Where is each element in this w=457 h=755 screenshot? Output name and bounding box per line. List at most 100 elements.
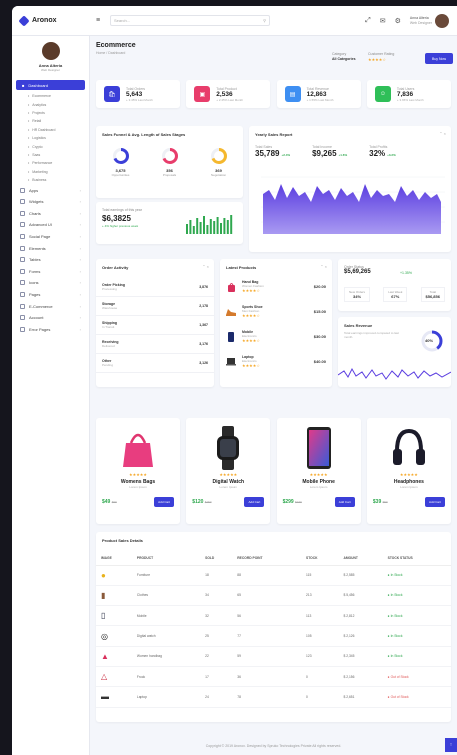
- sidebar-item[interactable]: Apps ›: [12, 184, 89, 196]
- funnel-stage: 356 Proposals: [161, 147, 179, 177]
- add-cart-button[interactable]: Add Cart: [154, 497, 174, 507]
- add-cart-button[interactable]: Add Cart: [244, 497, 265, 507]
- rating-stars-icon: ★★★★☆: [368, 56, 386, 62]
- sidebar-item[interactable]: Forms ›: [12, 265, 89, 277]
- sidebar-subitem-label: Marketing: [32, 169, 48, 174]
- sidebar-item[interactable]: E-Commerce ›: [12, 300, 89, 312]
- search-input[interactable]: Search... ⚲: [110, 15, 270, 26]
- sidebar-item[interactable]: Charts ›: [12, 207, 89, 219]
- avatar[interactable]: [435, 13, 449, 28]
- profile-avatar[interactable]: [41, 42, 60, 60]
- user-menu[interactable]: Anna Alteria Web Designer: [410, 13, 449, 28]
- product-card[interactable]: ★★★★★ Digital Watch Lorem Ipsum $120 $150 Ad…: [186, 418, 271, 524]
- settings-icon[interactable]: ⚙: [395, 17, 401, 25]
- table-row[interactable]: ◎ Digital watch 25 77 105 $ 2,126 ● In Stock: [96, 625, 451, 647]
- product-old-price: $349: [295, 500, 302, 504]
- sidebar-item-dashboard[interactable]: ■ Dashboard: [16, 80, 85, 90]
- cell-point: 78: [232, 686, 302, 708]
- order-activity-card: Order Activity ⌃ × Order Picking Processi…: [96, 259, 214, 387]
- sidebar-subitem[interactable]: • Business: [12, 176, 89, 184]
- column-header[interactable]: STOCK STATUS: [382, 551, 451, 566]
- sidebar-subitem[interactable]: • Logistics: [12, 134, 89, 142]
- brand-logo[interactable]: Aronox: [18, 14, 96, 27]
- column-header[interactable]: STOCK: [301, 551, 339, 566]
- chevron-right-icon: ›: [79, 291, 81, 297]
- sidebar-subitem[interactable]: • Projects: [12, 109, 89, 117]
- cell-sold: 17: [200, 666, 233, 688]
- rating-stars-icon: ★★★★★: [129, 472, 147, 477]
- sidebar-item-label: Account: [29, 315, 44, 321]
- product-card[interactable]: ★★★★★ Headphones Lorem Ipsum $39 $59 Add Car…: [366, 418, 451, 524]
- sidebar-profile: Anna Alteria Web Designer: [12, 36, 89, 78]
- menu-item-icon: [20, 257, 25, 263]
- activity-sub: In Transit: [102, 325, 115, 329]
- earnings-bar: [213, 221, 216, 234]
- scroll-top-button[interactable]: ↑: [445, 738, 457, 752]
- column-header[interactable]: IMAGE: [96, 551, 132, 566]
- chevron-right-icon: ›: [79, 315, 81, 321]
- add-cart-button[interactable]: Add Cart: [425, 497, 445, 507]
- table-row[interactable]: ● Furniture 18 88 115 $ 2,585 ● In Stock: [96, 565, 451, 586]
- sales-revenue-card: Sales Revenue Total earnings improved co…: [338, 317, 451, 387]
- column-header[interactable]: PRODUCT: [131, 551, 201, 566]
- card-options-icon[interactable]: ⌃ ×: [202, 264, 209, 269]
- sidebar-item[interactable]: Advanced UI ›: [12, 219, 89, 231]
- product-card[interactable]: ★★★★★ Womens Bags Lorem Ipsum $49 $69 Add Ca…: [96, 418, 180, 524]
- latest-product-row[interactable]: Laptop Electronics ★★★★☆ $40.00: [220, 349, 332, 374]
- table-row[interactable]: △ Frock 17 36 0 $ 2,156 ● Out of Stock: [96, 666, 451, 688]
- latest-product-row[interactable]: Hand Bag Women Fashion ★★★★☆ $20.00: [220, 274, 332, 299]
- fullscreen-icon[interactable]: ⤢: [365, 17, 371, 25]
- column-header[interactable]: AMOUNT: [338, 551, 383, 566]
- column-header[interactable]: SOLD: [200, 551, 233, 566]
- product-card[interactable]: ★★★★★ Mobile Phone Lorem Ipsum $299 $349 Add…: [276, 418, 361, 524]
- table-row[interactable]: ▮ Clothes 34 65 213 $ 5,456 ● In Stock: [96, 585, 451, 607]
- search-icon[interactable]: ⚲: [263, 18, 266, 23]
- kpi-card: ☺ Total Users 7,836 + 3.65% Last Month: [366, 80, 451, 108]
- latest-product-row[interactable]: Mobile Electronics ★★★★☆ $30.00: [220, 324, 332, 349]
- notification-icon[interactable]: ✉: [380, 17, 386, 25]
- buy-now-button[interactable]: Buy Now: [425, 53, 453, 64]
- table-row[interactable]: ▲ Women handbag 22 59 123 $ 2,345 ● In Stock: [96, 646, 451, 667]
- sidebar-item[interactable]: Pages ›: [12, 289, 89, 301]
- status-badge: In Stock: [390, 613, 403, 618]
- sidebar-item[interactable]: Error Pages ›: [12, 323, 89, 335]
- chevron-right-icon: ›: [79, 268, 81, 274]
- cell-stock: 115: [301, 565, 339, 586]
- latest-product-row[interactable]: Sports Shoe Men Fashion ★★★★☆ $15.00: [220, 299, 332, 324]
- chevron-right-icon: ›: [79, 245, 81, 251]
- sidebar-subitem[interactable]: • Analytics: [12, 100, 89, 108]
- earnings-bar: [192, 226, 195, 234]
- product-subtitle: Lorem Ipsum: [219, 485, 238, 489]
- cell-sold: 34: [200, 585, 233, 607]
- sidebar-item[interactable]: Account ›: [12, 312, 89, 324]
- add-cart-button[interactable]: Add Cart: [334, 497, 355, 507]
- sidebar-subitem[interactable]: • Ecommerce: [12, 92, 89, 100]
- earnings-bar: [230, 215, 233, 234]
- sidebar-subitem[interactable]: • Performance: [12, 159, 89, 167]
- card-options-icon[interactable]: ⌃ ×: [439, 131, 446, 136]
- funnel-stage: 3,675 Opportunities: [112, 147, 130, 177]
- card-title: Sales Revenue: [344, 323, 373, 328]
- sidebar-subitem[interactable]: • Retail: [12, 117, 89, 125]
- table-row[interactable]: ▬ Laptop 24 78 0 $ 2,651 ● Out of Stock: [96, 686, 451, 708]
- column-header[interactable]: RECORD POINT: [232, 551, 302, 566]
- sidebar-item[interactable]: Widgets ›: [12, 196, 89, 208]
- product-sales-card: Product Sales Details IMAGE PRODUCT SOLD RE…: [96, 532, 451, 722]
- sidebar-item[interactable]: Elements ›: [12, 242, 89, 254]
- revenue-percent: 40%: [425, 338, 434, 343]
- order-status-value: $5,69,265: [344, 269, 371, 275]
- sidebar-item[interactable]: Icons ›: [12, 277, 89, 289]
- menu-toggle-icon[interactable]: ≡: [96, 17, 104, 24]
- sidebar-subitem[interactable]: • Marketing: [12, 168, 89, 176]
- product-price: $15.00: [313, 309, 326, 314]
- earnings-bar: [220, 223, 222, 234]
- sidebar-item[interactable]: Social Page ›: [12, 231, 89, 243]
- sidebar-subitem[interactable]: • HR Dashboard: [12, 126, 89, 134]
- sidebar-item[interactable]: Tables ›: [12, 254, 89, 266]
- category-select[interactable]: Category All Categories: [332, 52, 356, 61]
- card-options-icon[interactable]: ⌃ ×: [320, 264, 327, 269]
- sidebar-subitem[interactable]: • Saas: [12, 151, 89, 159]
- breadcrumb[interactable]: Home / Dashboard: [96, 51, 451, 55]
- table-row[interactable]: ▯ Mobile 32 56 113 $ 2,812 ● In Stock: [96, 605, 451, 627]
- sidebar-subitem[interactable]: • Crypto: [12, 142, 89, 150]
